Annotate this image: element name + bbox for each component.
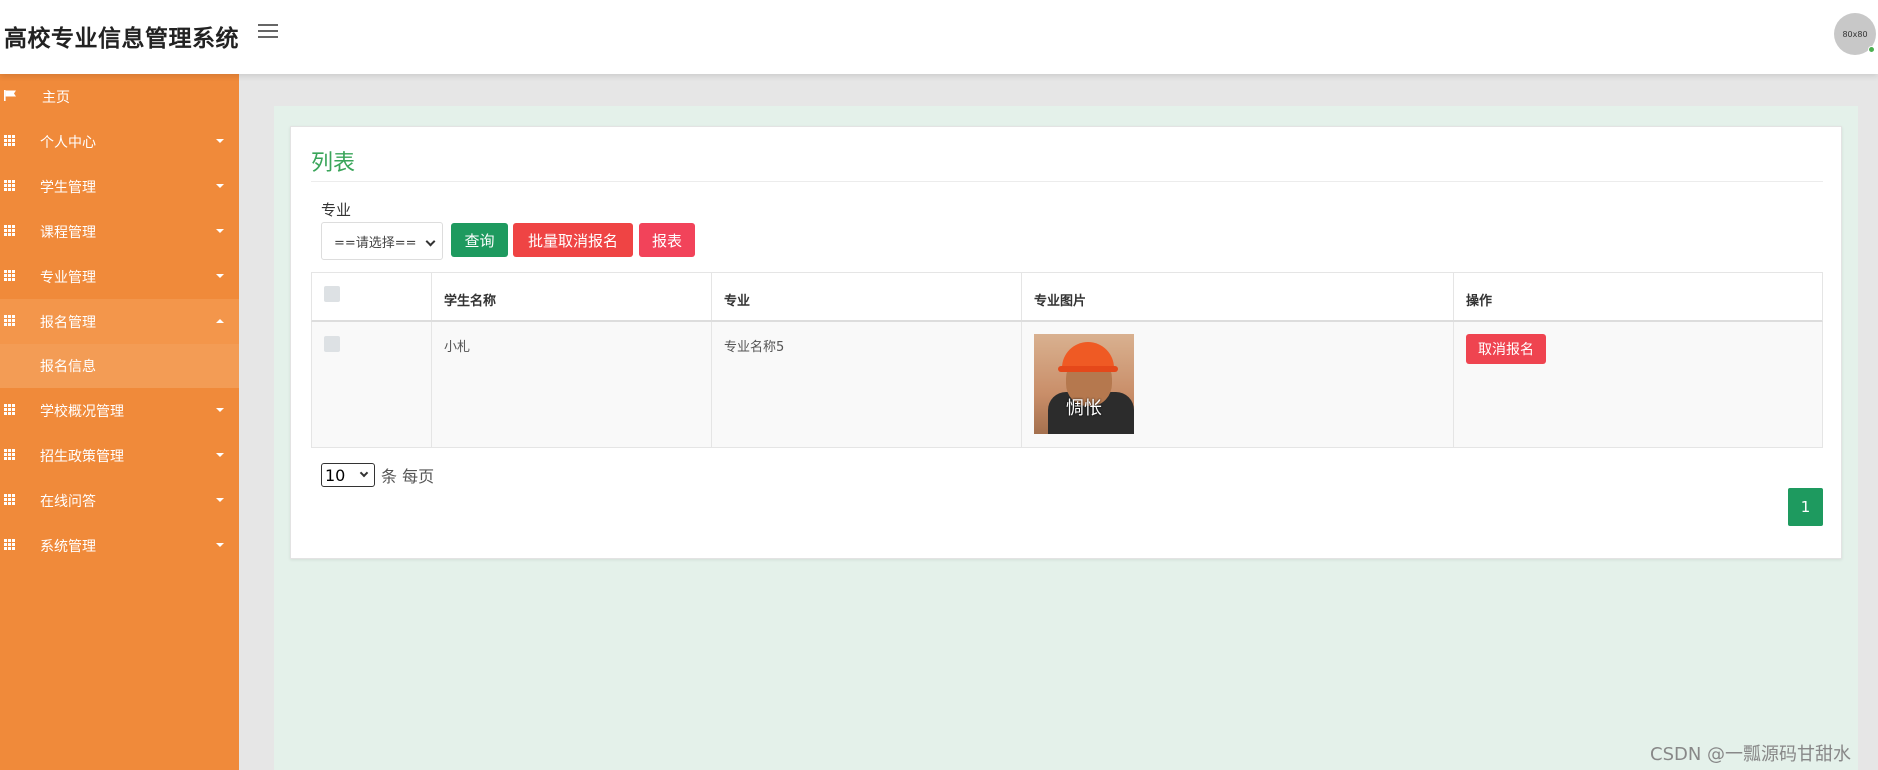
chevron-down-icon [216,139,224,143]
chevron-down-icon [216,229,224,233]
sidebar-item-system-management[interactable]: 系统管理 [0,523,239,568]
action-cell: 取消报名 [1454,322,1824,447]
sidebar-item-student-management[interactable]: 学生管理 [0,164,239,209]
page-size-value: 10 [325,465,346,485]
select-all-checkbox[interactable] [324,286,340,302]
chevron-down-icon [359,468,369,478]
major-filter-select[interactable]: ==请选择== [321,222,443,260]
chevron-up-icon [216,319,224,323]
major-image: 惆怅 [1034,334,1134,434]
grid-icon [4,315,17,326]
top-header: 高校专业信息管理系统 80x80 [0,0,1878,74]
grid-icon [4,270,17,281]
list-card: 列表 专业 ==请选择== 查询 批量取消报名 报表 学生名称 专业 专业图片 … [290,126,1842,559]
sidebar-item-online-qa[interactable]: 在线问答 [0,478,239,523]
grid-icon [4,180,17,191]
menu-toggle-icon[interactable] [258,24,278,40]
page-button-current[interactable]: 1 [1788,488,1823,526]
sidebar-item-label: 课程管理 [40,224,96,241]
sidebar-item-admission-policy[interactable]: 招生政策管理 [0,433,239,478]
grid-icon [4,449,17,460]
column-header: 学生名称 [432,273,712,320]
grid-icon [4,539,17,550]
sidebar-item-major-management[interactable]: 专业管理 [0,254,239,299]
table-header: 学生名称 专业 专业图片 操作 [311,272,1823,322]
sidebar-item-label: 在线问答 [40,493,96,510]
major-cell: 专业名称5 [712,322,1022,447]
sidebar-item-home[interactable]: 主页 [0,74,239,119]
page-title: 列表 [311,151,356,176]
image-caption: 惆怅 [1066,398,1102,419]
sidebar-item-course-management[interactable]: 课程管理 [0,209,239,254]
sidebar: 主页 个人中心 学生管理 课程管理 专业管理 报名管理 报名信息 学校概况管理 … [0,74,239,770]
flag-icon [4,90,16,101]
batch-cancel-button[interactable]: 批量取消报名 [513,223,633,257]
sidebar-item-label: 学校概况管理 [40,403,124,420]
major-filter-label: 专业 [321,201,352,219]
student-name-cell: 小札 [432,322,712,447]
divider [311,181,1823,182]
watermark: CSDN @一瓢源码甘甜水 [1650,744,1852,765]
major-image-cell: 惆怅 [1022,322,1454,447]
grid-icon [4,225,17,236]
page-size-suffix: 条 每页 [381,467,435,486]
chevron-down-icon [216,274,224,278]
row-select-cell [312,322,432,447]
cancel-enrollment-button[interactable]: 取消报名 [1466,334,1546,364]
sidebar-item-personal-center[interactable]: 个人中心 [0,119,239,164]
chevron-down-icon [216,453,224,457]
chevron-down-icon [216,184,224,188]
sidebar-item-school-overview[interactable]: 学校概况管理 [0,388,239,433]
table-row: 小札 专业名称5 惆怅 取消报名 [311,322,1823,448]
grid-icon [4,494,17,505]
row-checkbox[interactable] [324,336,340,352]
sidebar-item-label: 专业管理 [40,269,96,286]
sidebar-item-label: 系统管理 [40,538,96,555]
chevron-down-icon [216,498,224,502]
grid-icon [4,404,17,415]
sidebar-subitem-enrollment-info[interactable]: 报名信息 [0,344,239,388]
page-size-select[interactable]: 10 [321,463,375,487]
chevron-down-icon [216,408,224,412]
query-button[interactable]: 查询 [451,223,508,257]
header-select-cell [312,273,432,320]
sidebar-item-label: 招生政策管理 [40,448,124,465]
column-header: 专业图片 [1022,273,1454,320]
app-title: 高校专业信息管理系统 [4,26,239,52]
sidebar-item-enrollment-management[interactable]: 报名管理 [0,299,239,344]
sidebar-item-label: 报名管理 [40,314,96,331]
column-header: 专业 [712,273,1022,320]
online-status-dot [1868,46,1875,53]
sidebar-item-label: 个人中心 [40,134,96,151]
sidebar-item-label: 主页 [42,89,70,106]
report-button[interactable]: 报表 [639,223,695,257]
sidebar-item-label: 学生管理 [40,179,96,196]
chevron-down-icon [216,543,224,547]
grid-icon [4,135,17,146]
major-filter-value: ==请选择== [334,235,417,251]
column-header: 操作 [1466,294,1493,309]
page-size-control: 10 条 每页 [321,463,434,487]
chevron-down-icon [425,236,436,247]
